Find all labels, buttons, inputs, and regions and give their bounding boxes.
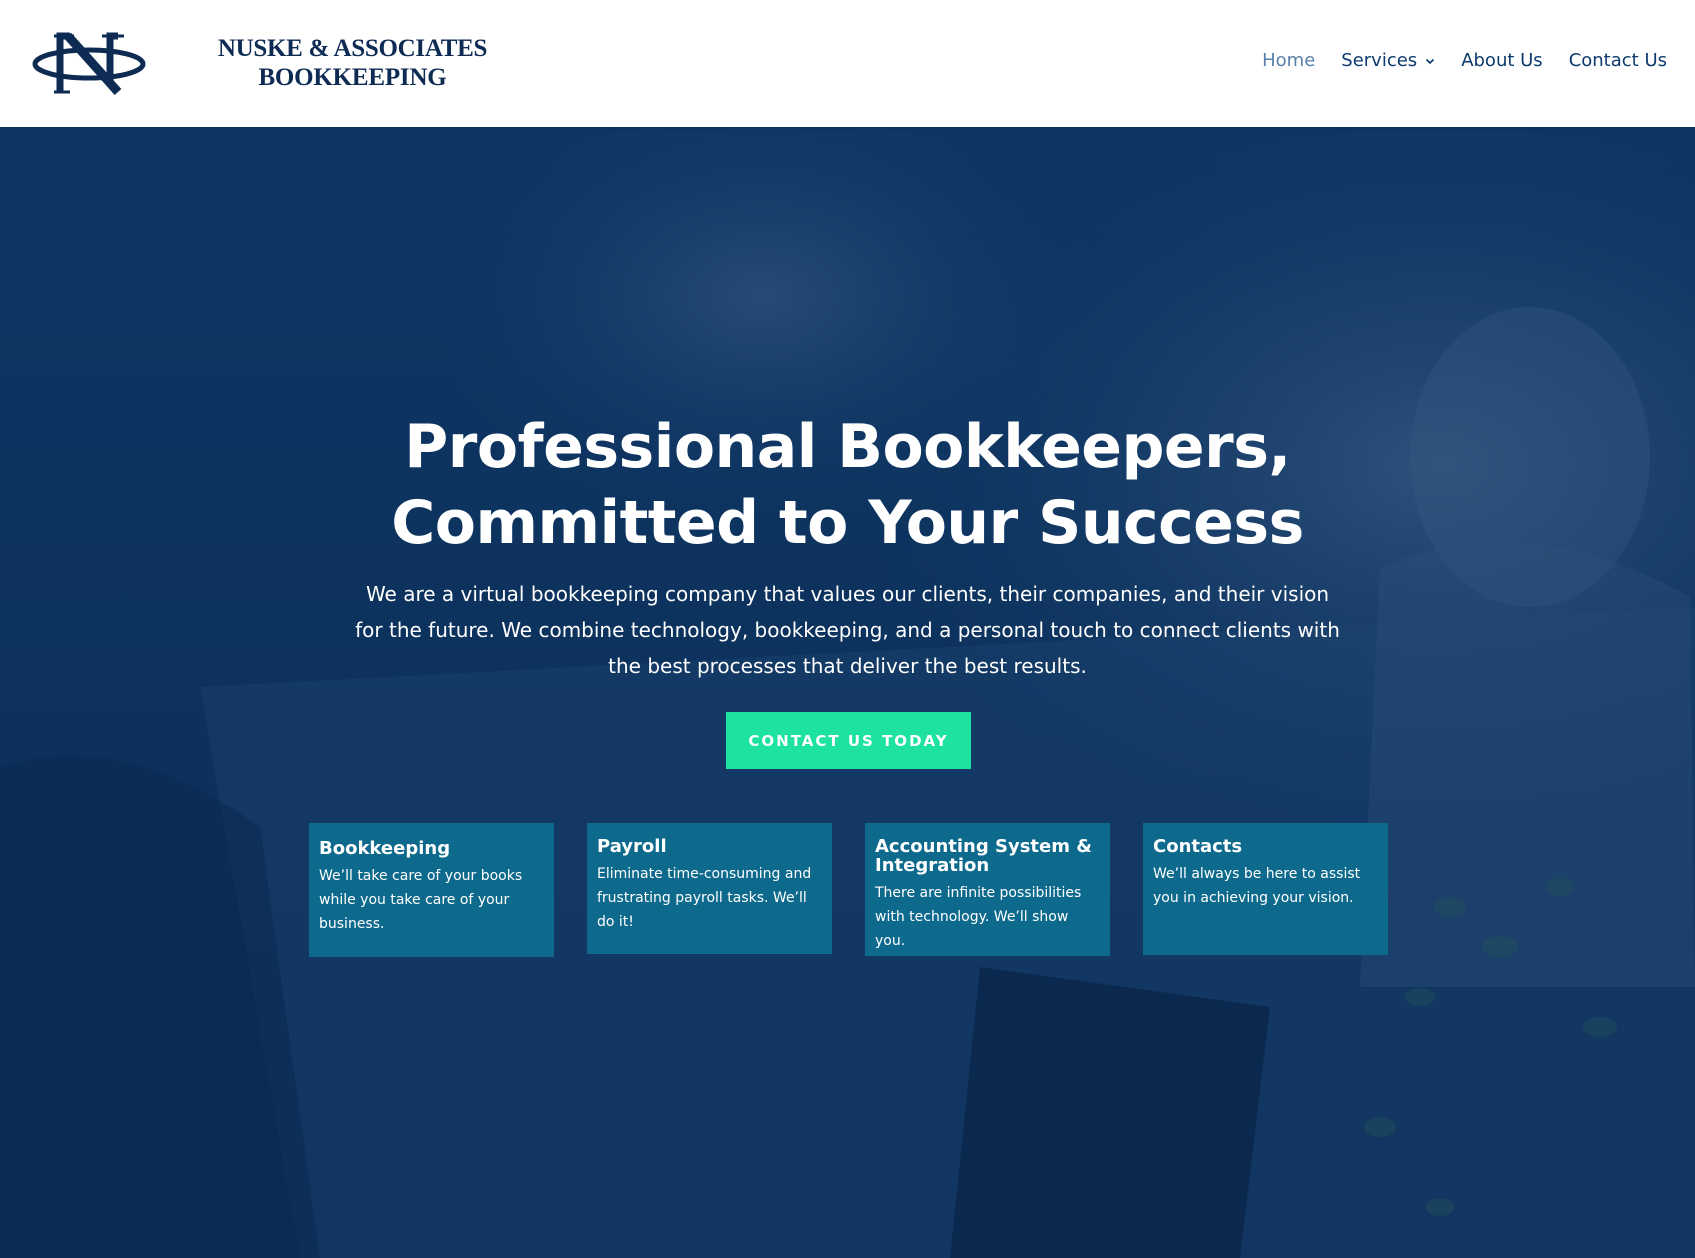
card-text: Eliminate time-consuming and frustrating…	[597, 866, 812, 930]
brand-name-line1: NUSKE & ASSOCIATES	[217, 35, 488, 62]
nav-item-home[interactable]: Home	[1262, 50, 1315, 71]
card-title: Bookkeeping	[319, 838, 451, 859]
contact-us-today-button[interactable]: CONTACT US TODAY	[726, 712, 971, 769]
card-text: We’ll take care of your books while you …	[319, 868, 523, 932]
nav-item-services[interactable]: Services	[1341, 50, 1435, 71]
card-title: Contacts	[1153, 836, 1243, 857]
nav-item-contact-us[interactable]: Contact Us	[1569, 50, 1667, 71]
card-text: There are infinite possibilities with te…	[875, 885, 1082, 949]
card-title: Accounting System & Integration	[875, 836, 1092, 876]
hero-title-line2: Committed to Your Success	[391, 488, 1304, 558]
hero-subtitle: We are a virtual bookkeeping company tha…	[355, 582, 1340, 678]
hero-title-line1: Professional Bookkeepers,	[404, 412, 1291, 482]
card-text: We’ll always be here to assist you in ac…	[1153, 866, 1361, 906]
service-card-contacts[interactable]: Contacts We’ll always be here to assist …	[1143, 823, 1388, 955]
nav-item-about-us[interactable]: About Us	[1461, 50, 1543, 71]
brand-name-line2: BOOKKEEPING	[258, 64, 447, 91]
service-card-accounting-system[interactable]: Accounting System & Integration There ar…	[865, 823, 1110, 956]
n-monogram-logo-icon[interactable]	[30, 30, 148, 96]
service-card-payroll[interactable]: Payroll Eliminate time-consuming and fru…	[587, 823, 832, 954]
nav-item-label: About Us	[1461, 50, 1543, 71]
site-header: NUSKE & ASSOCIATES BOOKKEEPING Home Serv…	[0, 0, 1695, 127]
nav-item-label: Contact Us	[1568, 50, 1667, 71]
nav-item-label: Services	[1341, 50, 1418, 71]
brand-name[interactable]: NUSKE & ASSOCIATES BOOKKEEPING	[210, 34, 495, 92]
nav-item-label: Home	[1262, 50, 1316, 71]
hero-section: Professional Bookkeepers, Committed to Y…	[0, 127, 1695, 1258]
service-card-bookkeeping[interactable]: Bookkeeping We’ll take care of your book…	[309, 823, 554, 957]
main-nav: Home Services About Us Contact Us	[1262, 50, 1667, 71]
card-title: Payroll	[597, 836, 667, 857]
hero-title: Professional Bookkeepers, Committed to Y…	[0, 409, 1695, 561]
hero-overlay	[0, 127, 1695, 1258]
chevron-down-icon	[1426, 58, 1435, 64]
